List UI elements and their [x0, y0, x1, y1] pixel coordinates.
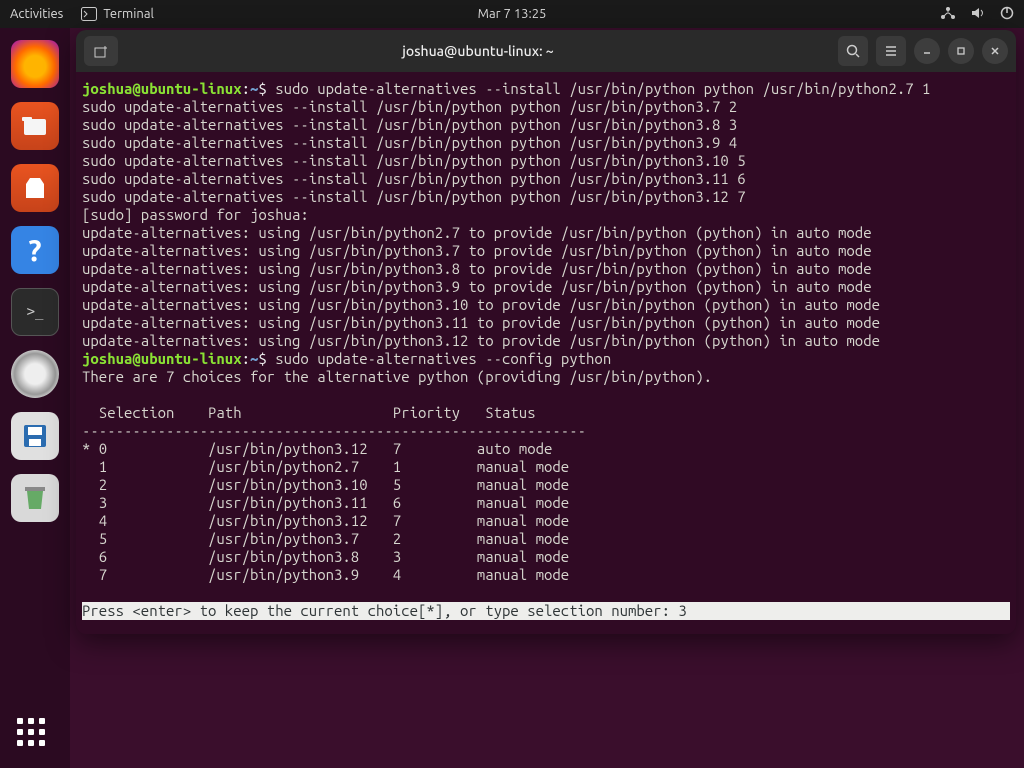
dock-terminal[interactable]: >_	[11, 288, 59, 336]
install-line: sudo update-alternatives --install /usr/…	[82, 98, 737, 115]
power-icon[interactable]	[1000, 6, 1014, 23]
table-header: Selection Path Priority Status	[82, 404, 536, 421]
titlebar: joshua@ubuntu-linux: ~	[76, 30, 1016, 72]
dock-trash[interactable]	[11, 474, 59, 522]
close-icon	[989, 45, 1001, 57]
table-row: 4 /usr/bin/python3.12 7 manual mode	[82, 512, 569, 529]
dock: ? >_	[0, 28, 70, 768]
selection-prompt: Press <enter> to keep the current choice…	[82, 602, 1010, 620]
install-line: sudo update-alternatives --install /usr/…	[82, 134, 737, 151]
table-row: 1 /usr/bin/python2.7 1 manual mode	[82, 458, 569, 475]
cmd-config: sudo update-alternatives --config python	[275, 350, 611, 367]
terminal-window: joshua@ubuntu-linux: ~ joshua@ubuntu-lin…	[76, 30, 1016, 634]
using-line: update-alternatives: using /usr/bin/pyth…	[82, 314, 880, 331]
minimize-button[interactable]	[914, 38, 940, 64]
terminal-icon	[81, 7, 97, 21]
app-menu-label: Terminal	[103, 7, 154, 21]
close-button[interactable]	[982, 38, 1008, 64]
cmd-install-1: sudo update-alternatives --install /usr/…	[275, 80, 930, 97]
search-button[interactable]	[838, 36, 868, 66]
table-row: * 0 /usr/bin/python3.12 7 auto mode	[82, 440, 552, 457]
dock-firefox[interactable]	[11, 40, 59, 88]
dock-disk[interactable]	[11, 350, 59, 398]
dock-show-apps[interactable]	[17, 718, 53, 754]
using-line: update-alternatives: using /usr/bin/pyth…	[82, 296, 880, 313]
using-line: update-alternatives: using /usr/bin/pyth…	[82, 224, 872, 241]
table-row: 3 /usr/bin/python3.11 6 manual mode	[82, 494, 569, 511]
gnome-topbar: Activities Terminal Mar 7 13:25	[0, 0, 1024, 28]
menu-button[interactable]	[876, 36, 906, 66]
dock-save[interactable]	[11, 412, 59, 460]
choices-line: There are 7 choices for the alternative …	[82, 368, 712, 385]
prompt-user: joshua@ubuntu-linux	[82, 80, 242, 97]
terminal-output[interactable]: joshua@ubuntu-linux:~$ sudo update-alter…	[76, 72, 1016, 634]
install-line: sudo update-alternatives --install /usr/…	[82, 116, 737, 133]
table-row: 6 /usr/bin/python3.8 3 manual mode	[82, 548, 569, 565]
using-line: update-alternatives: using /usr/bin/pyth…	[82, 332, 880, 349]
prompt-user: joshua@ubuntu-linux	[82, 350, 242, 367]
clock[interactable]: Mar 7 13:25	[478, 7, 547, 21]
sudo-password-prompt: [sudo] password for joshua:	[82, 206, 309, 223]
install-line: sudo update-alternatives --install /usr/…	[82, 170, 746, 187]
hamburger-icon	[883, 43, 899, 59]
using-line: update-alternatives: using /usr/bin/pyth…	[82, 260, 872, 277]
install-line: sudo update-alternatives --install /usr/…	[82, 188, 746, 205]
activities-button[interactable]: Activities	[10, 7, 63, 21]
new-tab-button[interactable]	[84, 36, 118, 66]
app-menu[interactable]: Terminal	[81, 7, 154, 21]
dock-files[interactable]	[11, 102, 59, 150]
install-line: sudo update-alternatives --install /usr/…	[82, 152, 746, 169]
network-icon[interactable]	[940, 6, 956, 23]
table-row: 7 /usr/bin/python3.9 4 manual mode	[82, 566, 569, 583]
table-row: 2 /usr/bin/python3.10 5 manual mode	[82, 476, 569, 493]
window-title: joshua@ubuntu-linux: ~	[126, 43, 830, 59]
table-row: 5 /usr/bin/python3.7 2 manual mode	[82, 530, 569, 547]
using-line: update-alternatives: using /usr/bin/pyth…	[82, 278, 872, 295]
search-icon	[845, 43, 861, 59]
using-line: update-alternatives: using /usr/bin/pyth…	[82, 242, 872, 259]
table-separator: ----------------------------------------…	[82, 422, 586, 439]
dock-help[interactable]: ?	[11, 226, 59, 274]
maximize-button[interactable]	[948, 38, 974, 64]
volume-icon[interactable]	[970, 6, 986, 23]
dock-software[interactable]	[11, 164, 59, 212]
